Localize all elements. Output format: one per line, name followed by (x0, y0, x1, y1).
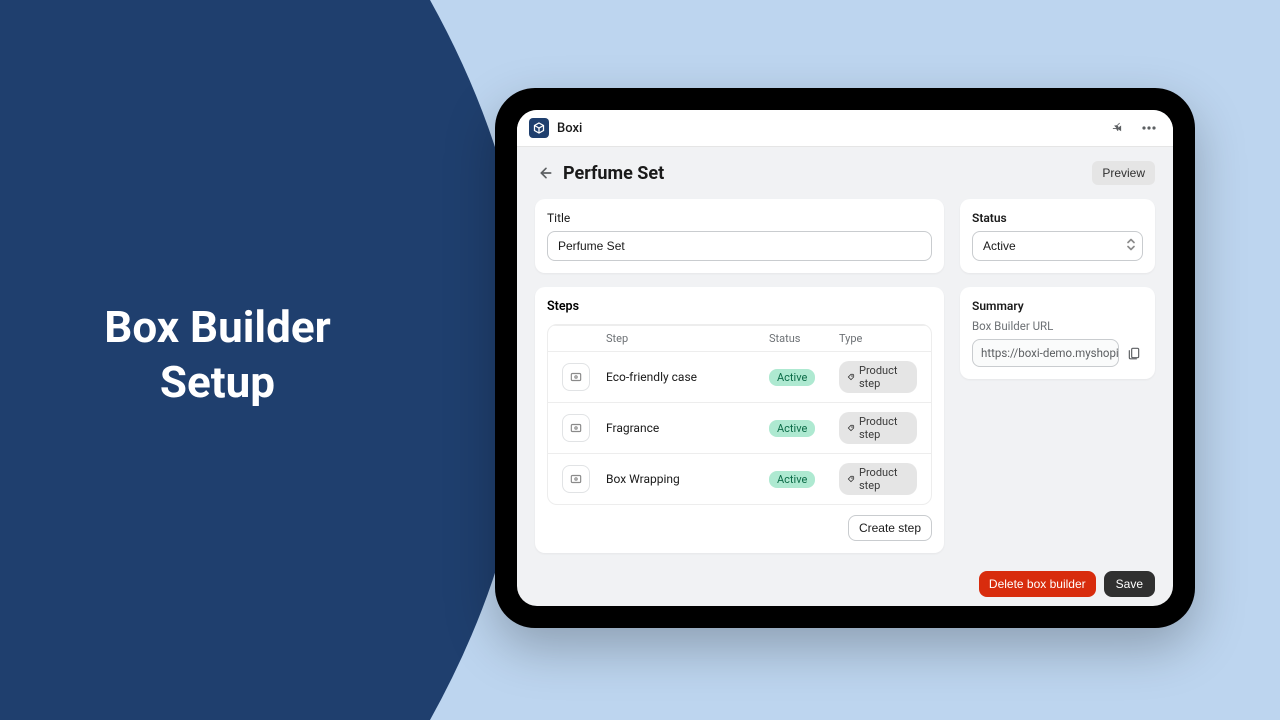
steps-section-label: Steps (535, 299, 944, 324)
title-card: Title (535, 199, 944, 273)
footer-actions: Delete box builder Save (535, 571, 1155, 597)
table-row[interactable]: Eco-friendly case Active Product step (548, 352, 931, 403)
create-step-button[interactable]: Create step (848, 515, 932, 541)
clipboard-icon[interactable] (1125, 344, 1143, 362)
pin-icon[interactable] (1105, 116, 1129, 140)
page-header: Perfume Set Preview (535, 161, 1155, 185)
app-name: Boxi (557, 121, 582, 136)
preview-button[interactable]: Preview (1092, 161, 1155, 185)
col-type: Type (831, 326, 931, 352)
page-title: Perfume Set (563, 163, 1092, 184)
delete-button[interactable]: Delete box builder (979, 571, 1096, 597)
device-frame: Boxi Perfume Set Preview Title (495, 88, 1195, 628)
table-row[interactable]: Box Wrapping Active Product step (548, 454, 931, 505)
drag-handle-icon[interactable] (562, 363, 590, 391)
type-pill: Product step (839, 463, 917, 495)
steps-table: Step Status Type Eco-friendly case Activ… (548, 325, 931, 504)
url-display[interactable]: https://boxi-demo.myshopify.c (972, 339, 1119, 367)
summary-url-label: Box Builder URL (972, 319, 1143, 333)
more-icon[interactable] (1137, 116, 1161, 140)
type-pill: Product step (839, 412, 917, 444)
title-input[interactable] (547, 231, 932, 261)
type-pill: Product step (839, 361, 917, 393)
app-bar: Boxi (517, 110, 1173, 147)
status-badge: Active (769, 369, 815, 386)
steps-card: Steps Step Status Type (535, 287, 944, 553)
step-name: Fragrance (598, 403, 761, 454)
app-screen: Boxi Perfume Set Preview Title (517, 110, 1173, 606)
status-badge: Active (769, 471, 815, 488)
col-status: Status (761, 326, 831, 352)
status-label: Status (972, 211, 1143, 225)
drag-handle-icon[interactable] (562, 465, 590, 493)
step-name: Eco-friendly case (598, 352, 761, 403)
app-logo-icon (529, 118, 549, 138)
page-body: Perfume Set Preview Title Steps (517, 147, 1173, 606)
drag-handle-icon[interactable] (562, 414, 590, 442)
status-card: Status Active (960, 199, 1155, 273)
step-name: Box Wrapping (598, 454, 761, 505)
hero-title: Box Builder Setup (85, 300, 350, 410)
table-row[interactable]: Fragrance Active Product step (548, 403, 931, 454)
summary-label: Summary (972, 299, 1143, 313)
status-badge: Active (769, 420, 815, 437)
back-arrow-icon[interactable] (535, 162, 557, 184)
save-button[interactable]: Save (1104, 571, 1155, 597)
col-step: Step (598, 326, 761, 352)
status-select[interactable]: Active (972, 231, 1143, 261)
summary-card: Summary Box Builder URL https://boxi-dem… (960, 287, 1155, 379)
title-field-label: Title (547, 211, 932, 225)
